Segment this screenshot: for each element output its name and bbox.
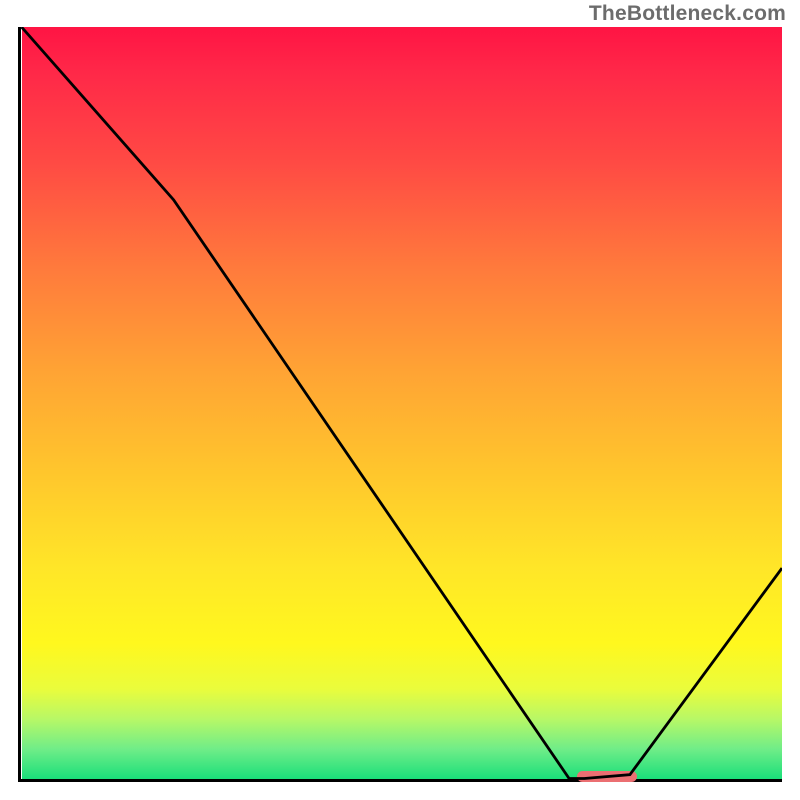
bottleneck-curve xyxy=(18,27,782,782)
plot-area xyxy=(18,27,782,782)
chart-container: TheBottleneck.com xyxy=(0,0,800,800)
watermark-label: TheBottleneck.com xyxy=(589,2,786,26)
